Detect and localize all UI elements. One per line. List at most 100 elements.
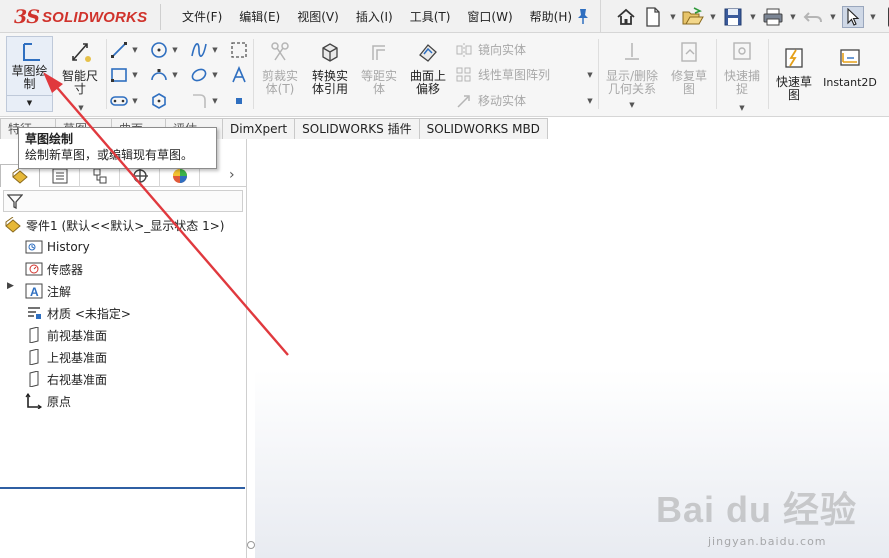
- offset-entities-button[interactable]: 等距实 体: [356, 40, 402, 96]
- chevron-down-icon[interactable]: ▼: [131, 66, 139, 84]
- display-relations-label: 显示/删除 几何关系: [605, 69, 659, 96]
- instant2d-button[interactable]: Instant2D: [821, 46, 879, 89]
- select-pointer-icon[interactable]: [842, 5, 864, 28]
- chevron-right-icon[interactable]: ›: [229, 167, 235, 183]
- home-icon[interactable]: [615, 6, 637, 28]
- repair-sketch-label: 修复草 图: [670, 69, 707, 96]
- circle-icon[interactable]: [150, 41, 168, 59]
- tree-item-front-plane[interactable]: 前视基准面: [25, 325, 107, 345]
- quick-snaps-icon: [733, 42, 751, 60]
- chevron-down-icon[interactable]: ▼: [131, 41, 139, 59]
- tooltip-title: 草图绘制: [25, 132, 74, 146]
- chevron-right-icon[interactable]: ▶: [7, 281, 14, 291]
- chevron-down-icon[interactable]: ▼: [131, 92, 139, 110]
- tree-item-history[interactable]: History: [25, 237, 90, 257]
- menu-view[interactable]: 视图(V): [297, 8, 339, 25]
- tab-dimxpert[interactable]: DimXpert: [222, 118, 296, 139]
- menu-tools[interactable]: 工具(T): [410, 8, 451, 25]
- sketch-button[interactable]: 草图绘 制 ▼: [6, 36, 53, 112]
- chevron-down-icon[interactable]: ▼: [738, 99, 746, 117]
- ellipse-icon[interactable]: [190, 66, 208, 84]
- chevron-down-icon[interactable]: ▼: [586, 92, 594, 110]
- text-icon[interactable]: [230, 66, 248, 84]
- menu-insert[interactable]: 插入(I): [356, 8, 393, 25]
- line-icon[interactable]: [110, 41, 128, 59]
- print-icon[interactable]: [762, 6, 784, 28]
- ribbon-separator: [598, 39, 599, 109]
- tree-item-top-plane[interactable]: 上视基准面: [25, 347, 107, 367]
- chevron-down-icon[interactable]: ▼: [628, 96, 636, 114]
- display-relations-button[interactable]: 显示/删除 几何关系: [601, 40, 663, 96]
- chevron-down-icon[interactable]: ▼: [789, 6, 797, 28]
- spline-icon[interactable]: [190, 41, 208, 59]
- tree-item-material[interactable]: 材质 <未指定>: [25, 303, 131, 323]
- chevron-down-icon[interactable]: ▼: [7, 95, 52, 111]
- sketch-button-label: 草图绘 制: [11, 64, 48, 91]
- save-icon[interactable]: [722, 6, 744, 28]
- feature-tree-end-bar[interactable]: [0, 487, 245, 489]
- offset-on-surface-button[interactable]: 曲面上 偏移: [404, 40, 452, 96]
- tree-item-sensors[interactable]: 传感器: [25, 259, 83, 279]
- tree-item-right-plane[interactable]: 右视基准面: [25, 369, 107, 389]
- tree-item-origin[interactable]: 原点: [25, 391, 71, 411]
- pin-icon[interactable]: [576, 7, 590, 25]
- chevron-down-icon[interactable]: ▼: [869, 6, 877, 28]
- chevron-down-icon[interactable]: ▼: [211, 66, 219, 84]
- linear-pattern-button[interactable]: 线性草图阵列: [456, 66, 550, 83]
- repair-sketch-button[interactable]: 修复草 图: [666, 40, 712, 96]
- chevron-down-icon[interactable]: ▼: [211, 92, 219, 110]
- chevron-down-icon[interactable]: ▼: [211, 41, 219, 59]
- rapid-sketch-button[interactable]: 快速草 图: [771, 46, 817, 102]
- smart-dimension-button[interactable]: 智能尺 寸: [57, 40, 103, 96]
- new-document-icon[interactable]: [642, 6, 664, 28]
- chevron-down-icon[interactable]: ▼: [171, 41, 179, 59]
- tab-solidworks-addins[interactable]: SOLIDWORKS 插件: [294, 118, 420, 139]
- solidworks-wordmark: SOLIDWORKS: [41, 8, 148, 26]
- chevron-down-icon[interactable]: ▼: [171, 66, 179, 84]
- convert-entities-button[interactable]: 转换实 体引用: [305, 40, 355, 96]
- plane-icon: [25, 326, 43, 344]
- chevron-down-icon[interactable]: ▼: [829, 6, 837, 28]
- instant2d-icon: [840, 49, 860, 66]
- menu-edit[interactable]: 编辑(E): [239, 8, 280, 25]
- linear-pattern-icon: [456, 67, 471, 81]
- move-entities-label: 移动实体: [478, 94, 527, 108]
- move-icon: [457, 94, 470, 108]
- tab-solidworks-mbd[interactable]: SOLIDWORKS MBD: [418, 118, 548, 139]
- chevron-down-icon[interactable]: ▼: [709, 6, 717, 28]
- arc-icon[interactable]: [150, 66, 168, 84]
- quick-snaps-button[interactable]: 快速捕 捉: [719, 40, 765, 96]
- traffic-light-icon[interactable]: [882, 6, 889, 28]
- chevron-down-icon[interactable]: ▼: [669, 6, 677, 28]
- ribbon-separator: [716, 39, 717, 109]
- chevron-down-icon[interactable]: ▼: [749, 6, 757, 28]
- rectangle-icon[interactable]: [110, 66, 128, 84]
- slot-icon[interactable]: [110, 92, 128, 110]
- origin-icon: [25, 392, 43, 410]
- chevron-down-icon[interactable]: ▼: [586, 66, 594, 84]
- trim-entities-button[interactable]: 剪裁实 体(T): [257, 40, 303, 96]
- undo-icon[interactable]: [802, 6, 824, 28]
- mirror-entities-button[interactable]: 镜向实体: [456, 41, 526, 58]
- convert-entities-icon: [322, 43, 338, 62]
- construction-geometry-icon[interactable]: [230, 41, 248, 59]
- filter-icon: [7, 194, 23, 209]
- polygon-icon[interactable]: [150, 92, 168, 110]
- solidworks-logo[interactable]: 3S SOLIDWORKS: [14, 6, 147, 28]
- svg-text:A: A: [30, 285, 39, 299]
- feature-tree-filter[interactable]: [3, 190, 243, 212]
- chevron-down-icon[interactable]: ▼: [77, 99, 85, 117]
- quick-access-toolbar: ▼ ▼ ▼ ▼ ▼ ▼: [600, 0, 889, 33]
- move-entities-button[interactable]: 移动实体: [456, 92, 526, 109]
- menu-window[interactable]: 窗口(W): [467, 8, 512, 25]
- point-icon[interactable]: [234, 96, 244, 106]
- repair-sketch-icon: [681, 42, 697, 62]
- tree-root-part[interactable]: 零件1 (默认<<默认>_显示状态 1>): [4, 215, 224, 235]
- fillet-icon[interactable]: [190, 92, 208, 110]
- menu-file[interactable]: 文件(F): [182, 8, 222, 25]
- menu-help[interactable]: 帮助(H): [530, 8, 572, 25]
- tree-item-annotations[interactable]: A 注解: [25, 281, 71, 301]
- open-folder-icon[interactable]: [682, 6, 704, 28]
- smart-dimension-label: 智能尺 寸: [61, 69, 98, 96]
- panel-splitter-handle[interactable]: [247, 541, 255, 549]
